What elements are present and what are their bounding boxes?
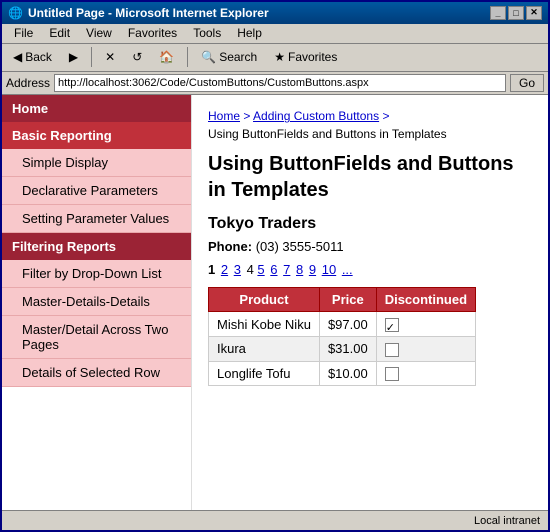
- stop-icon: ✕: [105, 50, 115, 64]
- status-text: Local intranet: [474, 515, 540, 527]
- page-9-link[interactable]: 9: [309, 262, 316, 277]
- cell-discontinued: [376, 336, 475, 361]
- toolbar-separator: [91, 47, 92, 67]
- discontinued-checkbox: [385, 318, 399, 332]
- page-6-link[interactable]: 6: [270, 262, 277, 277]
- col-header-discontinued: Discontinued: [376, 288, 475, 312]
- favorites-button[interactable]: ★ Favorites: [267, 47, 344, 67]
- cell-product: Ikura: [209, 336, 320, 361]
- cell-price: $97.00: [319, 312, 376, 337]
- minimize-button[interactable]: _: [490, 6, 506, 20]
- refresh-button[interactable]: ↺: [125, 47, 149, 67]
- discontinued-checkbox: [385, 343, 399, 357]
- page-wrapper: Home Basic Reporting Simple Display Decl…: [2, 95, 548, 510]
- menu-view[interactable]: View: [78, 24, 120, 42]
- toolbar-separator2: [187, 47, 188, 67]
- menu-help[interactable]: Help: [229, 24, 270, 42]
- current-page: 1: [208, 262, 215, 277]
- sidebar-item-master-details[interactable]: Master-Details-Details: [2, 288, 191, 316]
- go-button[interactable]: Go: [510, 74, 544, 92]
- search-button[interactable]: 🔍 Search: [194, 47, 264, 67]
- sidebar-item-declarative-parameters[interactable]: Declarative Parameters: [2, 177, 191, 205]
- address-label: Address: [6, 76, 50, 90]
- title-bar: 🌐 Untitled Page - Microsoft Internet Exp…: [2, 2, 548, 24]
- phone-value: (03) 3555-5011: [256, 239, 344, 254]
- favorites-icon: ★: [274, 50, 285, 64]
- page-title: Using ButtonFields and Buttons in Templa…: [208, 151, 532, 203]
- breadcrumb-parent-link[interactable]: Adding Custom Buttons: [253, 109, 379, 123]
- back-button[interactable]: ◀ Back: [6, 47, 59, 67]
- back-icon: ◀: [13, 50, 22, 64]
- browser-icon: 🌐: [8, 6, 23, 20]
- table-row: Ikura$31.00: [209, 336, 476, 361]
- discontinued-checkbox: [385, 367, 399, 381]
- phone-line: Phone: (03) 3555-5011: [208, 239, 532, 254]
- menu-edit[interactable]: Edit: [41, 24, 78, 42]
- breadcrumb-home-link[interactable]: Home: [208, 109, 240, 123]
- cell-product: Mishi Kobe Niku: [209, 312, 320, 337]
- address-input[interactable]: [54, 74, 506, 92]
- menu-file[interactable]: File: [6, 24, 41, 42]
- search-label: Search: [219, 50, 257, 64]
- company-name: Tokyo Traders: [208, 215, 532, 233]
- pagination: 1 2 3 4 5 6 7 8 9 10 ...: [208, 262, 532, 277]
- stop-button[interactable]: ✕: [98, 47, 122, 67]
- sidebar-item-setting-parameter-values[interactable]: Setting Parameter Values: [2, 205, 191, 233]
- cell-price: $10.00: [319, 361, 376, 386]
- page-10-link[interactable]: 10: [322, 262, 336, 277]
- sidebar-section-basic-reporting[interactable]: Basic Reporting: [2, 122, 191, 149]
- page-2-link[interactable]: 2: [221, 262, 228, 277]
- main-content: Home > Adding Custom Buttons > Using But…: [192, 95, 548, 510]
- breadcrumb: Home > Adding Custom Buttons > Using But…: [208, 107, 532, 143]
- sidebar-item-home[interactable]: Home: [2, 95, 191, 122]
- cell-product: Longlife Tofu: [209, 361, 320, 386]
- data-table: Product Price Discontinued Mishi Kobe Ni…: [208, 287, 476, 386]
- menu-bar: File Edit View Favorites Tools Help: [2, 24, 548, 44]
- search-icon: 🔍: [201, 50, 216, 64]
- page-5-link[interactable]: 5: [257, 262, 264, 277]
- page-more-link[interactable]: ...: [342, 262, 353, 277]
- home-icon: 🏠: [159, 50, 174, 64]
- menu-favorites[interactable]: Favorites: [120, 24, 185, 42]
- cell-discontinued: [376, 361, 475, 386]
- phone-label: Phone:: [208, 239, 252, 254]
- sidebar-item-simple-display[interactable]: Simple Display: [2, 149, 191, 177]
- page-3-link[interactable]: 3: [234, 262, 241, 277]
- page-8-link[interactable]: 8: [296, 262, 303, 277]
- refresh-icon: ↺: [132, 50, 142, 64]
- favorites-label: Favorites: [288, 50, 337, 64]
- table-row: Longlife Tofu$10.00: [209, 361, 476, 386]
- sidebar-item-master-detail-across[interactable]: Master/Detail Across Two Pages: [2, 316, 191, 359]
- close-button[interactable]: ✕: [526, 6, 542, 20]
- back-label: Back: [25, 50, 52, 64]
- maximize-button[interactable]: □: [508, 6, 524, 20]
- menu-tools[interactable]: Tools: [185, 24, 229, 42]
- page-7-link[interactable]: 7: [283, 262, 290, 277]
- forward-icon: ▶: [69, 50, 78, 64]
- col-header-product: Product: [209, 288, 320, 312]
- sidebar-item-details-selected-row[interactable]: Details of Selected Row: [2, 359, 191, 387]
- breadcrumb-current: Using ButtonFields and Buttons in Templa…: [208, 127, 447, 141]
- cell-price: $31.00: [319, 336, 376, 361]
- sidebar-section-filtering-reports[interactable]: Filtering Reports: [2, 233, 191, 260]
- sidebar-item-filter-dropdown[interactable]: Filter by Drop-Down List: [2, 260, 191, 288]
- window-title: Untitled Page - Microsoft Internet Explo…: [28, 6, 269, 20]
- sidebar: Home Basic Reporting Simple Display Decl…: [2, 95, 192, 510]
- title-bar-left: 🌐 Untitled Page - Microsoft Internet Exp…: [8, 6, 269, 20]
- toolbar: ◀ Back ▶ ✕ ↺ 🏠 🔍 Search ★ Favorites: [2, 44, 548, 72]
- table-row: Mishi Kobe Niku$97.00: [209, 312, 476, 337]
- cell-discontinued: [376, 312, 475, 337]
- home-button[interactable]: 🏠: [152, 47, 181, 67]
- status-bar: Local intranet: [2, 510, 548, 530]
- forward-button[interactable]: ▶: [62, 47, 85, 67]
- col-header-price: Price: [319, 288, 376, 312]
- title-bar-controls[interactable]: _ □ ✕: [490, 6, 542, 20]
- address-bar: Address Go: [2, 72, 548, 96]
